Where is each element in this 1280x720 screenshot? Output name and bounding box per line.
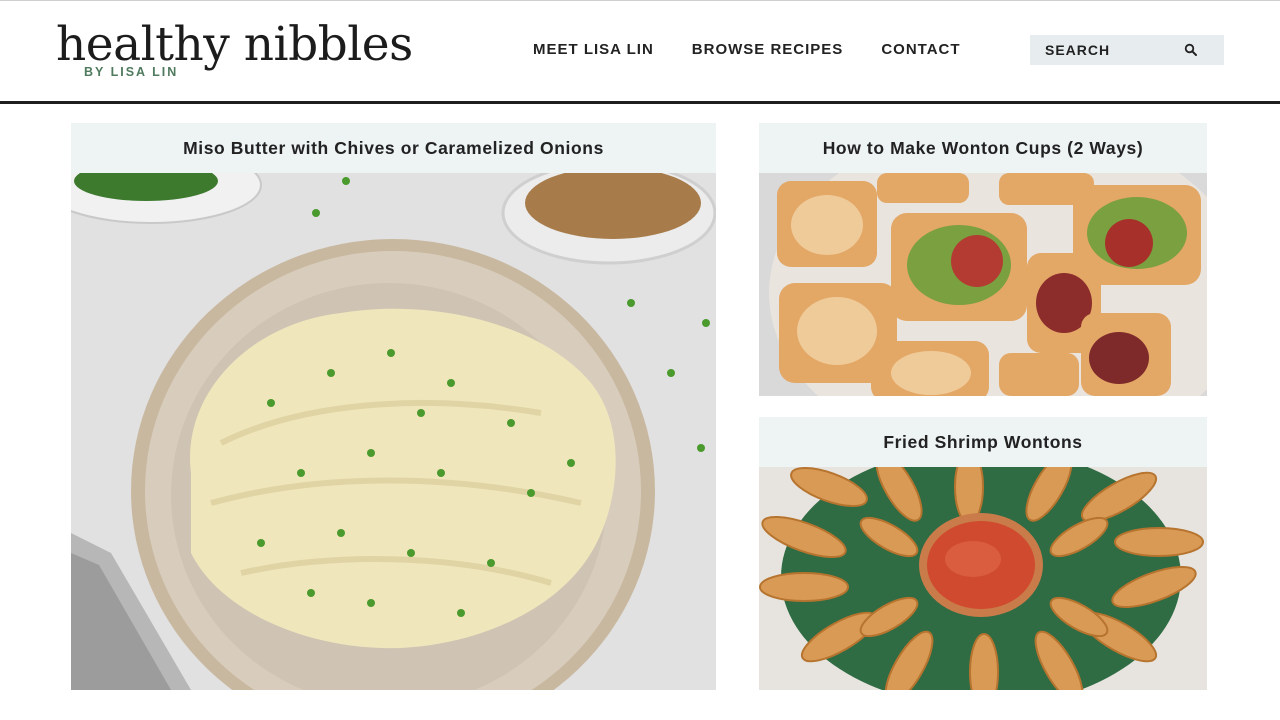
recipe-card-fried-shrimp-wontons[interactable]: Fried Shrimp Wontons — [759, 417, 1207, 690]
fried-shrimp-wontons-photo[interactable] — [759, 467, 1207, 690]
nav-link-meet-lisa-lin[interactable]: MEET LISA LIN — [533, 41, 654, 59]
recipe-title[interactable]: How to Make Wonton Cups (2 Ways) — [759, 123, 1207, 173]
site-header: healthy nibbles BY LISA LIN MEET LISA LI… — [0, 0, 1280, 104]
miso-butter-photo[interactable] — [71, 173, 716, 690]
recipe-title[interactable]: Miso Butter with Chives or Caramelized O… — [71, 123, 716, 173]
site-logo[interactable]: healthy nibbles BY LISA LIN — [56, 17, 413, 79]
main-nav: MEET LISA LIN BROWSE RECIPES CONTACT — [533, 41, 999, 59]
search-box — [1030, 35, 1224, 65]
recipe-card-miso-butter[interactable]: Miso Butter with Chives or Caramelized O… — [71, 123, 716, 690]
recipe-card-wonton-cups[interactable]: How to Make Wonton Cups (2 Ways) — [759, 123, 1207, 396]
nav-link-contact[interactable]: CONTACT — [881, 41, 960, 59]
nav-link-browse-recipes[interactable]: BROWSE RECIPES — [692, 41, 844, 59]
search-icon[interactable] — [1184, 43, 1198, 57]
logo-byline: BY LISA LIN — [84, 65, 179, 79]
recipe-title[interactable]: Fried Shrimp Wontons — [759, 417, 1207, 467]
search-input[interactable] — [1030, 35, 1180, 65]
wonton-cups-photo[interactable] — [759, 173, 1207, 396]
